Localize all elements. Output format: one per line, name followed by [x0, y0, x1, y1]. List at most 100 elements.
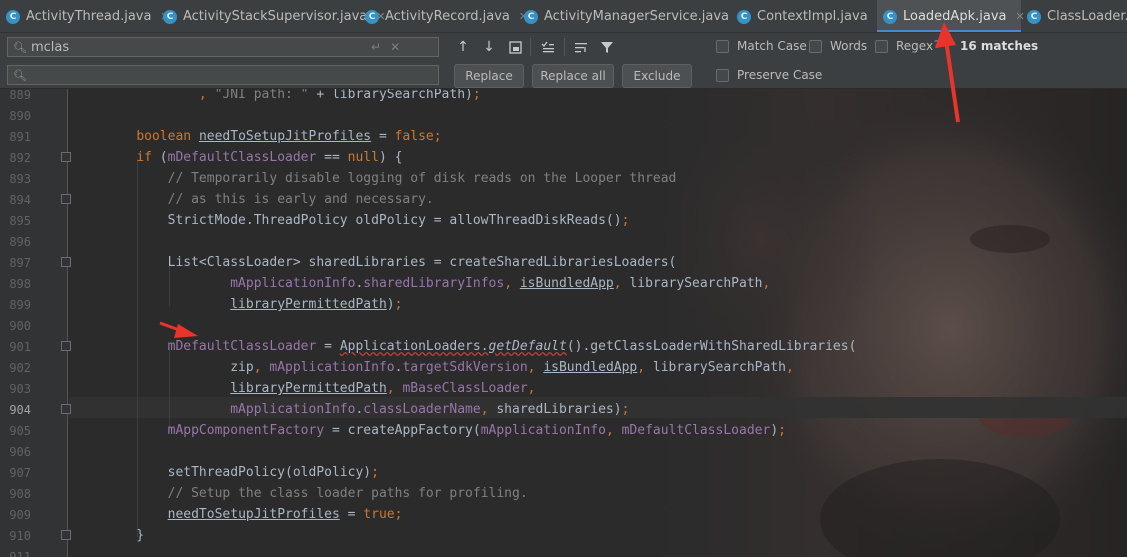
words-checkbox[interactable]: Words — [809, 39, 867, 53]
class-icon: C — [737, 9, 751, 24]
line-number: 894 — [9, 193, 31, 207]
search-history-icon[interactable]: 🔍︎ — [13, 41, 27, 54]
match-count: 16 matches — [960, 39, 1039, 53]
toolbar-separator — [564, 38, 565, 56]
line-number: 906 — [9, 445, 31, 459]
class-icon: C — [6, 9, 20, 24]
match-case-checkbox[interactable]: Match Case — [716, 39, 807, 53]
regex-checkbox[interactable]: Regex — [875, 39, 933, 53]
regex-label: Regex — [896, 39, 934, 53]
code-line-901[interactable]: mDefaultClassLoader = ApplicationLoaders… — [105, 336, 857, 357]
code-line-892[interactable]: if (mDefaultClassLoader == null) { — [105, 147, 402, 168]
tab-activitymanagerservice[interactable]: C ActivityManagerService.java ✕ — [518, 0, 747, 32]
line-number: 897 — [9, 256, 31, 270]
checkbox-box[interactable] — [716, 39, 729, 53]
replace-history-icon[interactable]: 🔍︎ — [13, 69, 27, 82]
fold-marker-icon[interactable] — [61, 257, 71, 267]
code-line-895[interactable]: StrictMode.ThreadPolicy oldPolicy = allo… — [105, 210, 630, 231]
line-number: 908 — [9, 487, 31, 501]
line-number: 910 — [9, 529, 31, 543]
tab-label: ActivityManagerService.java — [544, 9, 730, 24]
find-replace-panel: 🔍︎ ↵ ✕ 🔍︎ ↑ ↓ Match Case Words Regex ? 1… — [0, 33, 1127, 89]
tab-label: ContextImpl.java — [757, 9, 868, 24]
line-number: 889 — [9, 89, 31, 102]
line-number: 891 — [9, 130, 31, 144]
filter-icon[interactable] — [598, 38, 616, 56]
line-number-current: 904 — [9, 403, 31, 417]
preserve-case-checkbox[interactable]: Preserve Case — [716, 68, 822, 82]
previous-occurrence-icon[interactable]: ↑ — [454, 38, 472, 56]
replace-button[interactable]: Replace — [454, 64, 524, 88]
code-editor[interactable]: 889 890 891 892 893 894 895 896 897 898 … — [0, 89, 1127, 557]
fold-marker-icon[interactable] — [61, 152, 71, 162]
checkbox-box[interactable] — [716, 68, 729, 82]
tab-activityrecord[interactable]: C ActivityRecord.java ✕ — [359, 0, 528, 32]
class-icon: C — [1027, 9, 1041, 24]
code-line-905[interactable]: mAppComponentFactory = createAppFactory(… — [105, 420, 786, 441]
code-line-898[interactable]: mApplicationInfo.sharedLibraryInfos, isB… — [105, 273, 770, 294]
class-icon: C — [163, 9, 177, 24]
code-line-889[interactable]: , "JNI path: " + librarySearchPath); — [105, 89, 481, 105]
multiline-icon[interactable] — [572, 38, 590, 56]
line-number: 905 — [9, 424, 31, 438]
line-number: 892 — [9, 151, 31, 165]
line-number: 903 — [9, 382, 31, 396]
fold-marker-icon[interactable] — [61, 194, 71, 204]
tab-activitystacksupervisor[interactable]: C ActivityStackSupervisor.java ✕ — [157, 0, 385, 32]
code-line-907[interactable]: setThreadPolicy(oldPolicy); — [105, 462, 379, 483]
checkbox-box[interactable] — [809, 39, 822, 53]
regex-help-link[interactable]: ? — [934, 38, 940, 51]
select-all-occurrences-icon[interactable] — [506, 38, 524, 56]
search-field[interactable]: 🔍︎ ↵ ✕ — [7, 37, 439, 57]
line-number: 899 — [9, 298, 31, 312]
line-number: 895 — [9, 214, 31, 228]
line-number: 911 — [9, 550, 31, 557]
class-icon: C — [365, 9, 379, 24]
next-occurrence-icon[interactable]: ↓ — [480, 38, 498, 56]
line-number: 898 — [9, 277, 31, 291]
class-icon: C — [883, 9, 897, 24]
toolbar-separator — [530, 38, 531, 56]
line-number: 896 — [9, 235, 31, 249]
exclude-button[interactable]: Exclude — [622, 64, 692, 88]
fold-marker-icon[interactable] — [61, 341, 71, 351]
replace-field[interactable]: 🔍︎ — [7, 65, 439, 85]
tab-classloader[interactable]: C ClassLoader.ja — [1021, 0, 1127, 32]
replace-input[interactable] — [31, 67, 371, 83]
search-input[interactable] — [31, 39, 371, 55]
new-line-icon[interactable]: ↵ — [371, 40, 381, 54]
add-selection-icon[interactable] — [539, 38, 557, 56]
code-line-902[interactable]: zip, mApplicationInfo.targetSdkVersion, … — [105, 357, 794, 378]
line-number: 890 — [9, 109, 31, 123]
code-line-894[interactable]: // as this is early and necessary. — [105, 189, 434, 210]
checkbox-box[interactable] — [875, 39, 888, 53]
clear-search-icon[interactable]: ✕ — [390, 40, 400, 54]
preserve-case-label: Preserve Case — [737, 68, 823, 82]
code-line-908[interactable]: // Setup the class loader paths for prof… — [105, 483, 528, 504]
code-line-897[interactable]: List<ClassLoader> sharedLibraries = crea… — [105, 252, 677, 273]
code-line-893[interactable]: // Temporarily disable logging of disk r… — [105, 168, 677, 189]
match-case-label: Match Case — [737, 39, 807, 53]
tab-label: LoadedApk.java — [903, 9, 1007, 24]
fold-marker-icon[interactable] — [61, 530, 71, 540]
tab-activitythread[interactable]: C ActivityThread.java ✕ — [0, 0, 170, 32]
tab-loadedapk[interactable]: C LoadedApk.java ✕ — [877, 0, 1025, 32]
tab-label: ActivityRecord.java — [385, 9, 510, 24]
tab-label: ClassLoader.ja — [1047, 9, 1127, 24]
line-number: 909 — [9, 508, 31, 522]
code-line-903[interactable]: libraryPermittedPath, mBaseClassLoader, — [105, 378, 535, 399]
fold-marker-icon[interactable] — [61, 404, 71, 414]
line-number: 893 — [9, 172, 31, 186]
code-line-904[interactable]: mApplicationInfo.classLoaderName, shared… — [105, 399, 629, 420]
line-number: 900 — [9, 319, 31, 333]
line-number: 907 — [9, 466, 31, 480]
tab-contextimpl[interactable]: C ContextImpl.java ✕ — [731, 0, 886, 32]
code-line-909[interactable]: needToSetupJitProfiles = true; — [105, 504, 403, 525]
code-line-899[interactable]: libraryPermittedPath); — [105, 294, 402, 315]
line-number: 902 — [9, 361, 31, 375]
tab-label: ActivityStackSupervisor.java — [183, 9, 368, 24]
words-label: Words — [830, 39, 868, 53]
replace-all-button[interactable]: Replace all — [532, 64, 614, 88]
code-line-891[interactable]: boolean needToSetupJitProfiles = false; — [105, 126, 441, 147]
code-line-910[interactable]: } — [105, 525, 144, 546]
